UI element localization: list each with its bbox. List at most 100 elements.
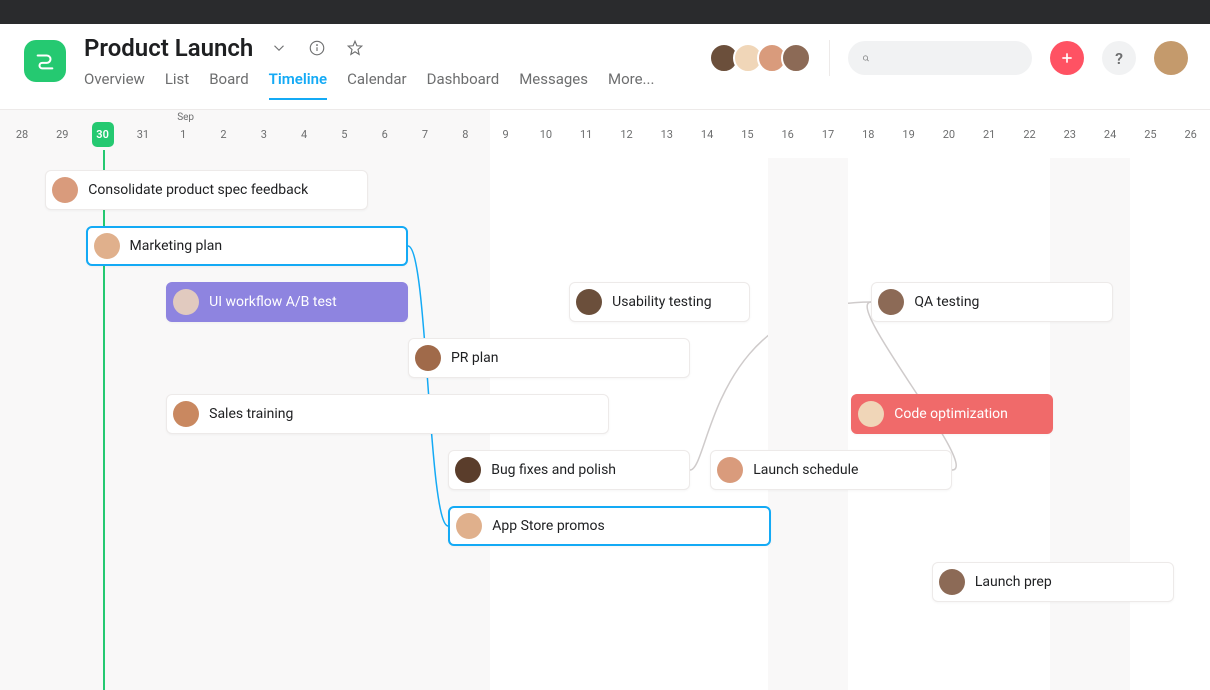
task-bar[interactable]: QA testing: [871, 282, 1113, 322]
date-cell: 8: [456, 128, 474, 141]
task-bar[interactable]: Consolidate product spec feedback: [45, 170, 367, 210]
plus-icon: [1059, 50, 1075, 66]
current-user-avatar[interactable]: [1154, 41, 1188, 75]
add-button[interactable]: [1050, 41, 1084, 75]
date-cell: 21: [980, 128, 998, 141]
tab-overview[interactable]: Overview: [84, 70, 145, 100]
task-label: Usability testing: [612, 294, 711, 310]
date-cell: 30: [92, 122, 114, 147]
weekend-shade: [768, 158, 849, 690]
date-cell: 31: [134, 128, 152, 141]
task-label: Bug fixes and polish: [491, 462, 616, 478]
project-info-button[interactable]: [305, 36, 329, 60]
month-label: Sep: [177, 112, 194, 123]
date-cell: 9: [497, 128, 515, 141]
task-label: Consolidate product spec feedback: [88, 182, 308, 198]
task-bar[interactable]: Launch schedule: [710, 450, 952, 490]
assignee-avatar: [455, 457, 481, 483]
star-icon: [346, 39, 364, 57]
date-cell: 11: [577, 128, 595, 141]
date-cell: 22: [1021, 128, 1039, 141]
tab-more[interactable]: More...: [608, 70, 654, 100]
task-bar[interactable]: Marketing plan: [86, 226, 408, 266]
tab-dashboard[interactable]: Dashboard: [427, 70, 500, 100]
search-box[interactable]: [848, 41, 1032, 75]
task-bar[interactable]: App Store promos: [448, 506, 770, 546]
date-cell: 7: [416, 128, 434, 141]
task-bar[interactable]: Bug fixes and polish: [448, 450, 690, 490]
flow-icon: [34, 50, 56, 72]
task-label: PR plan: [451, 350, 499, 366]
date-cell: 28: [13, 128, 31, 141]
chevron-down-icon: [270, 39, 288, 57]
date-cell: 5: [335, 128, 353, 141]
divider: [829, 40, 830, 76]
date-cell: 2: [215, 128, 233, 141]
date-cell: 18: [859, 128, 877, 141]
search-icon: [862, 51, 870, 66]
date-cell: 23: [1061, 128, 1079, 141]
task-label: Marketing plan: [130, 238, 223, 254]
assignee-avatar: [878, 289, 904, 315]
project-header: Product Launch Overview List Board Timeline…: [0, 24, 1210, 110]
task-label: Code optimization: [894, 406, 1008, 422]
weekend-shade: [1050, 158, 1131, 690]
assignee-avatar: [717, 457, 743, 483]
assignee-avatar: [415, 345, 441, 371]
assignee-avatar: [52, 177, 78, 203]
timeline-view[interactable]: 2829303112345678910111213141516171819202…: [0, 110, 1210, 690]
task-bar[interactable]: UI workflow A/B test: [166, 282, 408, 322]
date-cell: 16: [779, 128, 797, 141]
assignee-avatar: [456, 513, 482, 539]
tab-board[interactable]: Board: [209, 70, 248, 100]
task-label: Launch prep: [975, 574, 1052, 590]
help-button[interactable]: ?: [1102, 41, 1136, 75]
os-topbar: [0, 0, 1210, 24]
task-label: Sales training: [209, 406, 293, 422]
avatar[interactable]: [781, 43, 811, 73]
task-label: Launch schedule: [753, 462, 858, 478]
date-cell: 25: [1141, 128, 1159, 141]
date-cell: 3: [255, 128, 273, 141]
date-cell: 19: [900, 128, 918, 141]
tab-timeline[interactable]: Timeline: [269, 70, 327, 100]
assignee-avatar: [576, 289, 602, 315]
task-bar[interactable]: Usability testing: [569, 282, 750, 322]
assignee-avatar: [173, 289, 199, 315]
task-bar[interactable]: Launch prep: [932, 562, 1174, 602]
task-label: App Store promos: [492, 518, 605, 534]
task-bar[interactable]: Code optimization: [851, 394, 1053, 434]
assignee-avatar: [858, 401, 884, 427]
tab-calendar[interactable]: Calendar: [347, 70, 407, 100]
task-bar[interactable]: Sales training: [166, 394, 609, 434]
task-label: QA testing: [914, 294, 979, 310]
date-cell: 20: [940, 128, 958, 141]
project-icon: [24, 40, 66, 82]
date-cell: 12: [618, 128, 636, 141]
date-cell: 6: [376, 128, 394, 141]
info-icon: [308, 39, 326, 57]
date-cell: 24: [1101, 128, 1119, 141]
date-cell: 4: [295, 128, 313, 141]
tab-messages[interactable]: Messages: [519, 70, 588, 100]
favorite-button[interactable]: [343, 36, 367, 60]
timeline-date-header: 2829303112345678910111213141516171819202…: [0, 110, 1210, 158]
date-cell: 26: [1182, 128, 1200, 141]
dependency-line: [867, 302, 956, 470]
project-title: Product Launch: [84, 34, 253, 62]
search-input[interactable]: [878, 50, 1018, 66]
date-cell: 14: [698, 128, 716, 141]
assignee-avatar: [939, 569, 965, 595]
date-cell: 10: [537, 128, 555, 141]
date-cell: 17: [819, 128, 837, 141]
date-cell: 13: [658, 128, 676, 141]
collaborator-avatars[interactable]: [715, 43, 811, 73]
task-label: UI workflow A/B test: [209, 294, 337, 310]
task-bar[interactable]: PR plan: [408, 338, 690, 378]
date-cell: 1: [174, 128, 192, 141]
project-menu-button[interactable]: [267, 36, 291, 60]
assignee-avatar: [173, 401, 199, 427]
dependency-line: [408, 246, 448, 526]
assignee-avatar: [94, 233, 120, 259]
tab-list[interactable]: List: [165, 70, 189, 100]
